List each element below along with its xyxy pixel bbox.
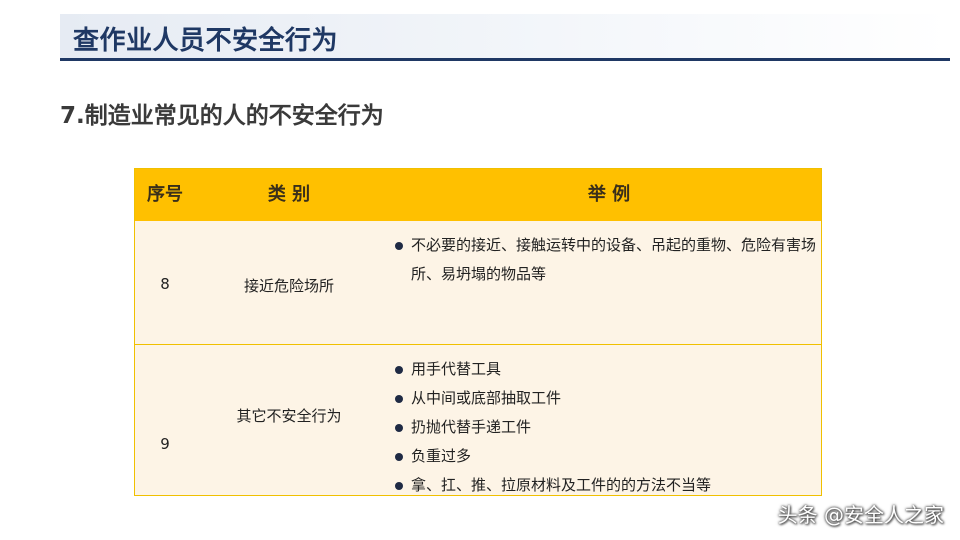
row-seq: 8 xyxy=(160,275,170,293)
example-item: 负重过多 xyxy=(393,442,823,471)
bullet-icon xyxy=(395,366,403,374)
row-seq: 9 xyxy=(160,435,170,453)
bullet-icon xyxy=(395,453,403,461)
watermark: 头条 @安全人之家 xyxy=(777,503,944,527)
column-header-category: 类 别 xyxy=(267,184,311,205)
example-item: 拿、扛、推、拉原材料及工件的的方法不当等 xyxy=(393,471,823,500)
bullet-icon xyxy=(395,395,403,403)
title-divider xyxy=(60,58,950,61)
unsafe-behavior-table: 序号 类 别 举 例 8 接近危险场所 不必要的接近、接触运转中的设备、吊起的重… xyxy=(134,168,822,496)
example-text: 拿、扛、推、拉原材料及工件的的方法不当等 xyxy=(411,476,712,494)
example-text: 负重过多 xyxy=(411,447,472,465)
bullet-icon xyxy=(395,424,403,432)
example-text: 不必要的接近、接触运转中的设备、吊起的重物、危险有害场所、易坍塌的物品等 xyxy=(411,236,817,283)
example-text: 扔抛代替手递工件 xyxy=(411,418,532,436)
example-item: 不必要的接近、接触运转中的设备、吊起的重物、危险有害场所、易坍塌的物品等 xyxy=(393,231,823,289)
bullet-icon xyxy=(395,482,403,490)
example-item: 扔抛代替手递工件 xyxy=(393,413,823,442)
section-subtitle: 7.制造业常见的人的不安全行为 xyxy=(60,103,384,129)
example-item: 用手代替工具 xyxy=(393,355,823,384)
table-row: 9 其它不安全行为 用手代替工具 从中间或底部抽取工件 扔抛代替手递工件 负重过… xyxy=(135,345,821,496)
column-header-seq: 序号 xyxy=(147,184,183,205)
example-text: 用手代替工具 xyxy=(411,360,502,378)
page-title: 查作业人员不安全行为 xyxy=(73,26,339,56)
table-row: 8 接近危险场所 不必要的接近、接触运转中的设备、吊起的重物、危险有害场所、易坍… xyxy=(135,221,821,345)
example-list: 不必要的接近、接触运转中的设备、吊起的重物、危险有害场所、易坍塌的物品等 xyxy=(393,231,823,289)
example-item: 从中间或底部抽取工件 xyxy=(393,384,823,413)
row-category: 其它不安全行为 xyxy=(236,407,342,425)
row-category: 接近危险场所 xyxy=(243,277,334,295)
bullet-icon xyxy=(395,242,403,250)
table-header: 序号 类 别 举 例 xyxy=(135,169,821,221)
example-text: 从中间或底部抽取工件 xyxy=(411,389,562,407)
column-header-examples: 举 例 xyxy=(587,184,631,205)
example-list: 用手代替工具 从中间或底部抽取工件 扔抛代替手递工件 负重过多 拿、扛、推、拉原… xyxy=(393,355,823,500)
